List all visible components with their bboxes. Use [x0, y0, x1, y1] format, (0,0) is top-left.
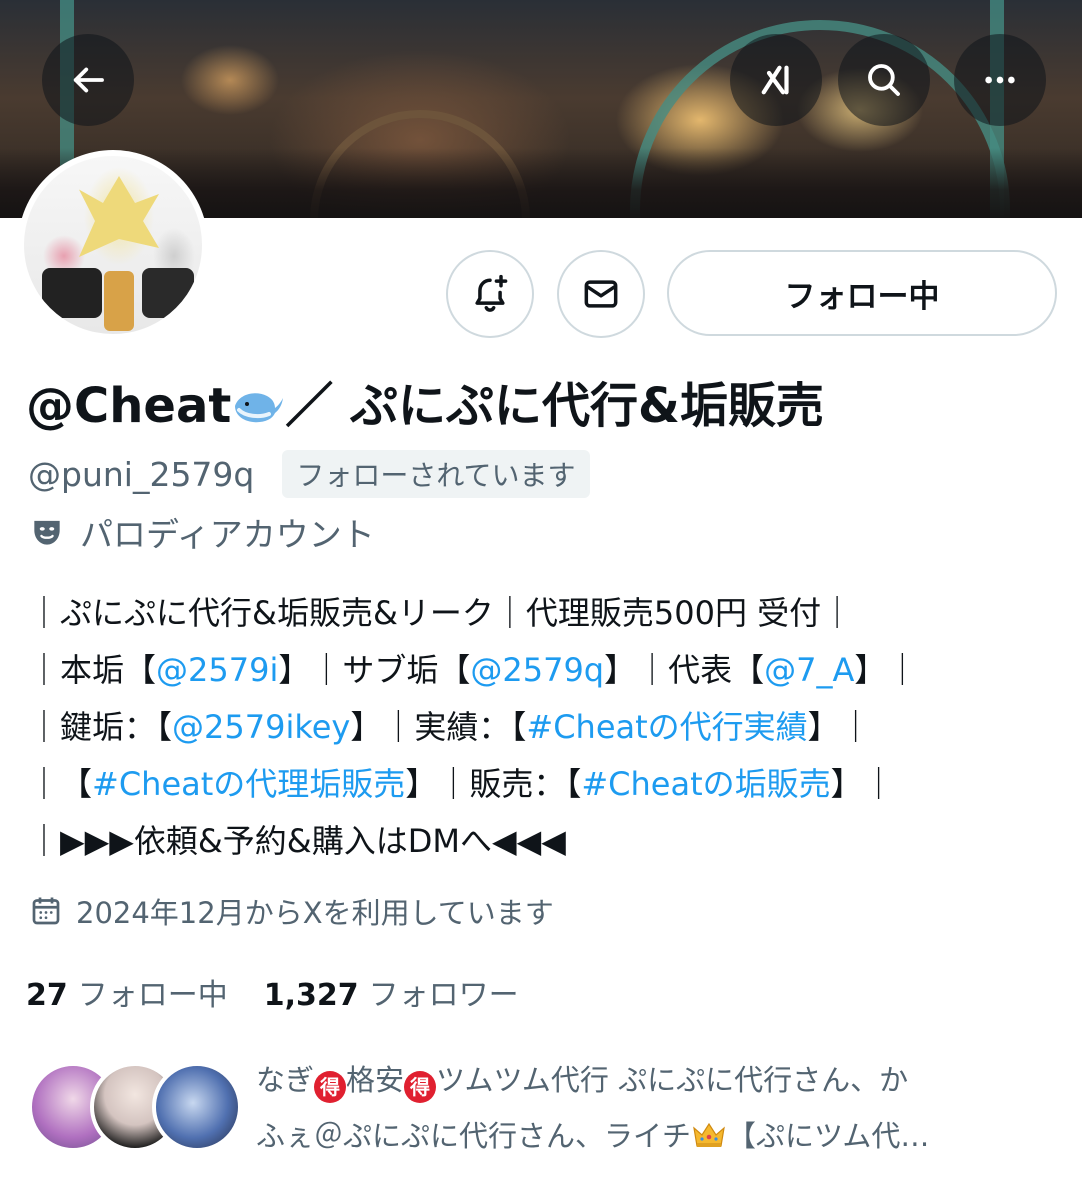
- following-label: フォロー中: [77, 978, 228, 1013]
- followed-by-text[interactable]: なぎ得格安得ツムツム代行 ぷにぷに代行さん、か ふぇ＠ぷにぷに代行さん、ライチ …: [256, 1052, 1056, 1164]
- crown-emoji-icon: [693, 1122, 725, 1147]
- bio-line: ｜ぷにぷに代行&垢販売&リーク｜代理販売500円 受付｜: [28, 594, 854, 632]
- mention-link[interactable]: @2579ikey: [172, 708, 350, 746]
- parody-account-text: パロディアカウント: [80, 515, 375, 554]
- followed-by-avatars[interactable]: [28, 1062, 242, 1154]
- follow-counts: 27 フォロー中 1,327 フォロワー: [26, 970, 519, 1014]
- notifications-button[interactable]: [446, 250, 534, 338]
- mention-link[interactable]: @2579q: [470, 651, 604, 689]
- following-count-link[interactable]: 27 フォロー中: [26, 970, 228, 1014]
- mention-link[interactable]: @2579i: [156, 651, 278, 689]
- bio-line: ｜▶▶▶依頼&予約&購入はDMへ◀◀◀: [28, 822, 566, 860]
- search-button[interactable]: [838, 34, 930, 126]
- avatar-image: [24, 156, 202, 334]
- more-button[interactable]: [954, 34, 1046, 126]
- display-name-part1: @Cheat: [26, 378, 232, 434]
- mail-icon: [584, 280, 618, 308]
- whale-emoji-icon: [235, 393, 284, 423]
- hashtag-link[interactable]: #Cheatの代理垢販売: [92, 765, 405, 803]
- followed-by-line: ふぇ＠ぷにぷに代行さん、ライチ 【ぷにツム代…: [256, 1119, 930, 1153]
- mention-link[interactable]: @7_A: [764, 651, 854, 689]
- theater-mask-icon: [34, 520, 60, 545]
- profile-bio: ｜ぷにぷに代行&垢販売&リーク｜代理販売500円 受付｜ ｜本垢【@2579i】…: [28, 585, 1058, 870]
- hashtag-link[interactable]: #Cheatの垢販売: [581, 765, 830, 803]
- grok-button[interactable]: [730, 34, 822, 126]
- calendar-icon: [32, 897, 60, 925]
- bell-plus-icon: [475, 274, 508, 312]
- followers-count: 1,327: [263, 978, 359, 1013]
- search-icon: [868, 64, 900, 96]
- bio-line: ｜鍵垢：【@2579ikey】｜実績：【#Cheatの代行実績】｜: [28, 708, 872, 746]
- followers-count-link[interactable]: 1,327 フォロワー: [264, 970, 519, 1014]
- bio-line: ｜本垢【@2579i】｜サブ垢【@2579q】｜代表【@7_A】｜: [28, 651, 919, 689]
- toku-emoji-icon: 得: [404, 1071, 437, 1103]
- following-count: 27: [26, 978, 68, 1013]
- grok-icon: [761, 65, 789, 95]
- message-button[interactable]: [557, 250, 645, 338]
- display-name: @Cheat ／ ぷにぷに代行&垢販売: [26, 366, 824, 436]
- username-handle: @puni_2579q: [28, 454, 255, 494]
- more-horizontal-icon: [985, 76, 1015, 84]
- parody-account-label[interactable]: パロディアカウント: [28, 508, 375, 556]
- toku-emoji-icon: 得: [314, 1071, 347, 1103]
- display-name-part2: ／ ぷにぷに代行&垢販売: [285, 378, 824, 434]
- handle-row: @puni_2579q フォローされています: [28, 450, 590, 498]
- arrow-left-icon: [73, 67, 104, 93]
- followed-by-line: なぎ得格安得ツムツム代行 ぷにぷに代行さん、か: [256, 1052, 1056, 1108]
- avatar: [152, 1062, 242, 1152]
- following-button[interactable]: フォロー中: [667, 250, 1057, 336]
- profile-avatar[interactable]: [18, 150, 208, 340]
- followers-label: フォロワー: [368, 978, 519, 1013]
- joined-date: 2024年12月からXを利用しています: [28, 890, 554, 932]
- hashtag-link[interactable]: #Cheatの代行実績: [526, 708, 807, 746]
- follows-you-badge: フォローされています: [282, 450, 590, 498]
- bio-line: ｜【#Cheatの代理垢販売】｜販売：【#Cheatの垢販売】｜: [28, 765, 895, 803]
- back-button[interactable]: [42, 34, 134, 126]
- joined-text: 2024年12月からXを利用しています: [76, 896, 554, 930]
